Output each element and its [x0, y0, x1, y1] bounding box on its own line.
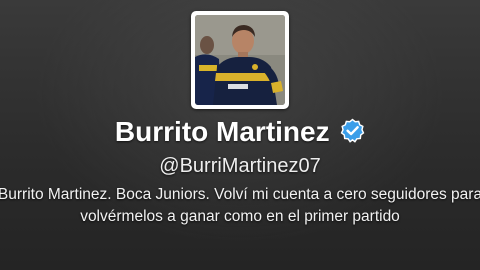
profile-name[interactable]: Burrito Martinez	[115, 112, 330, 152]
profile-avatar[interactable]	[191, 11, 289, 109]
bio-line-1: Burrito Martinez. Boca Juniors. Volví mi…	[0, 186, 480, 203]
profile-bio: Burrito Martinez. Boca Juniors. Volví mi…	[0, 184, 480, 234]
profile-name-row: Burrito Martinez	[0, 112, 480, 152]
player-photo-icon	[195, 15, 285, 105]
avatar-photo	[195, 15, 285, 105]
bio-line-2: volvérmelos a ganar como en el primer pa…	[80, 208, 400, 225]
profile-handle[interactable]: @BurriMartinez07	[0, 154, 480, 178]
verified-check-icon	[340, 118, 365, 143]
